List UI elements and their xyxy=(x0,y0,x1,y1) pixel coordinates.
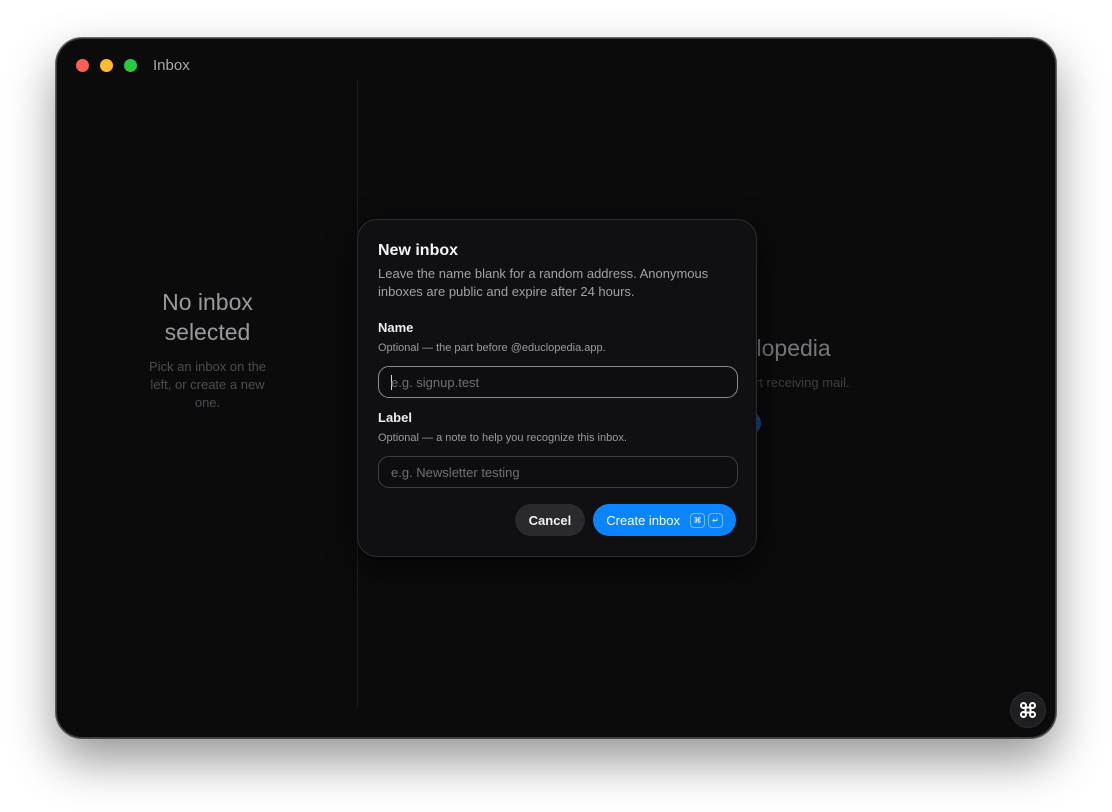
command-glyph-icon xyxy=(1020,702,1036,718)
name-input-placeholder: e.g. signup.test xyxy=(391,374,480,390)
label-input[interactable]: e.g. Newsletter testing xyxy=(378,456,738,488)
zoom-window-button[interactable] xyxy=(124,58,137,72)
command-key-icon: ⌘ xyxy=(690,512,705,528)
sidebar-empty-state: No inbox selected Pick an inbox on the l… xyxy=(57,287,358,412)
label-field-hint: Optional — a note to help you recognize … xyxy=(378,432,627,444)
name-field-hint: Optional — the part before @educlopedia.… xyxy=(378,342,606,354)
create-inbox-label: Create inbox xyxy=(606,512,680,528)
welcome-brand-text: clopedia xyxy=(745,335,831,361)
keyboard-shortcut: ⌘ ↵ xyxy=(690,512,723,528)
label-input-placeholder: e.g. Newsletter testing xyxy=(391,464,520,480)
dialog-description: Leave the name blank for a random addres… xyxy=(378,266,709,299)
dialog-actions: Cancel Create inbox ⌘ ↵ xyxy=(514,504,736,536)
cancel-button[interactable]: Cancel xyxy=(514,504,586,536)
window-title: Inbox xyxy=(153,56,190,74)
close-window-button[interactable] xyxy=(76,58,89,72)
name-field-label: Name xyxy=(378,320,414,335)
dialog-title: New inbox xyxy=(378,242,459,259)
return-key-icon: ↵ xyxy=(708,512,723,528)
window-controls xyxy=(76,58,137,72)
app-window: Inbox No inbox selected Pick an inbox on… xyxy=(56,38,1056,738)
welcome-subtitle: rt receiving mail. xyxy=(755,375,850,390)
name-input[interactable]: e.g. signup.test xyxy=(378,366,738,398)
label-field-label: Label xyxy=(378,410,412,425)
empty-state-title: No inbox selected xyxy=(162,289,253,345)
minimize-window-button[interactable] xyxy=(100,58,113,72)
command-icon[interactable] xyxy=(1010,692,1046,728)
empty-state-subtitle: Pick an inbox on the left, or create a n… xyxy=(148,359,267,410)
create-inbox-button[interactable]: Create inbox ⌘ ↵ xyxy=(593,504,736,536)
new-inbox-dialog: New inbox Leave the name blank for a ran… xyxy=(357,219,757,557)
